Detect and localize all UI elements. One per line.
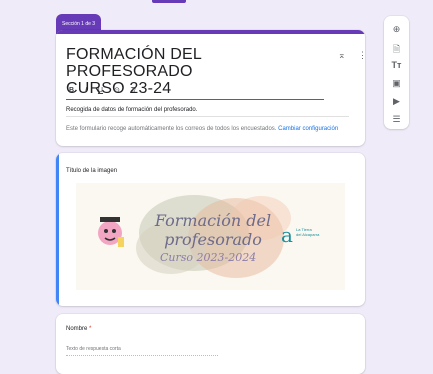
image-title[interactable]: Título de la imagen: [66, 168, 117, 174]
form-description[interactable]: Recogida de datos de formación del profe…: [66, 107, 349, 117]
add-image-icon[interactable]: ▣: [384, 78, 409, 89]
question-card[interactable]: Nombre * Texto de respuesta corta: [56, 314, 365, 374]
question-title: Nombre *: [66, 326, 91, 332]
import-questions-icon[interactable]: 🗎: [384, 42, 409, 58]
banner-image[interactable]: Formación del profesorado Curso 2023-202…: [76, 183, 345, 290]
add-section-icon[interactable]: ☰: [384, 114, 409, 125]
banner-heading: Formación del profesorado: [154, 211, 272, 249]
short-answer-placeholder: Texto de respuesta corta: [66, 346, 218, 356]
format-toolbar: B I U ⊙ T̸: [69, 86, 144, 94]
logo-line-2: del Alcaparra: [296, 232, 320, 237]
banner-subheading: Curso 2023-2024: [160, 251, 257, 264]
collapse-icon[interactable]: ⌅: [338, 50, 346, 61]
school-logo-text: La Tierra del Alcaparra: [296, 227, 319, 237]
school-logo-icon: a: [281, 223, 293, 247]
add-question-icon[interactable]: ⊕: [384, 24, 409, 35]
image-item-card[interactable]: Título de la imagen Formación del profes…: [56, 153, 365, 306]
email-notice: Este formulario recoge automáticamente l…: [66, 126, 338, 132]
more-options-icon[interactable]: ⋮: [358, 50, 365, 61]
italic-button[interactable]: I: [85, 87, 87, 94]
form-header-card[interactable]: FORMACIÓN DEL PROFESORADO CURSO 23-24 ⌅ …: [56, 30, 365, 146]
link-icon[interactable]: ⊙: [114, 86, 120, 94]
floating-toolbar: ⊕ 🗎 Tт ▣ ▶ ☰: [384, 16, 409, 129]
bold-button[interactable]: B: [69, 87, 74, 94]
underline-button[interactable]: U: [98, 87, 103, 94]
add-video-icon[interactable]: ▶: [384, 96, 409, 107]
clear-format-icon[interactable]: T̸: [131, 87, 135, 94]
header-accent-bar: [56, 30, 365, 34]
form-title-line-1: FORMACIÓN DEL PROFESORADO: [66, 46, 202, 80]
active-item-indicator: [56, 153, 59, 306]
add-title-icon[interactable]: Tт: [384, 60, 409, 70]
required-mark: *: [89, 326, 92, 332]
top-accent-bar: [152, 0, 186, 3]
question-title-text: Nombre: [66, 326, 88, 332]
change-settings-link[interactable]: Cambiar configuración: [278, 126, 338, 132]
email-notice-text: Este formulario recoge automáticamente l…: [66, 126, 277, 132]
brain-mascot-icon: [98, 217, 124, 247]
